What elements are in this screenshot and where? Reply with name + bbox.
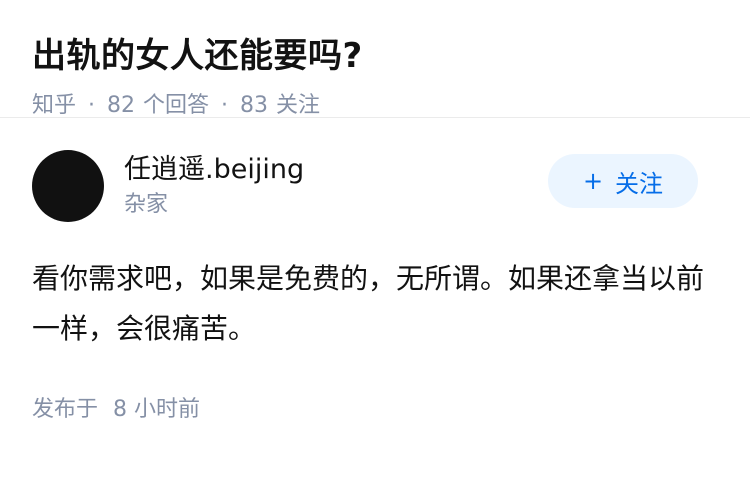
author-info: 任逍遥.beijing 杂家	[124, 153, 304, 219]
separator-dot: ·	[88, 93, 96, 118]
question-header: 出轨的女人还能要吗? 知乎 · 82 个回答 · 83 关注	[0, 0, 750, 118]
answer-card: 任逍遥.beijing 杂家 + 关注 看你需求吧，如果是免费的，无所谓。如果还…	[0, 146, 750, 424]
avatar[interactable]	[32, 150, 104, 222]
publish-time: 8 小时前	[113, 397, 201, 422]
follow-button-label: 关注	[615, 169, 664, 198]
author-row: 任逍遥.beijing 杂家 + 关注	[32, 146, 718, 226]
follow-button[interactable]: + 关注	[548, 154, 698, 208]
publish-info: 发布于 8 小时前	[32, 396, 718, 424]
answer-count-label: 个回答	[143, 93, 210, 118]
publish-label: 发布于	[32, 397, 99, 422]
question-meta: 知乎 · 82 个回答 · 83 关注	[32, 92, 718, 120]
follower-count: 83	[240, 93, 269, 118]
follower-count-label: 关注	[276, 93, 321, 118]
plus-icon: +	[582, 167, 604, 195]
answer-content[interactable]: 看你需求吧，如果是免费的，无所谓。如果还拿当以前一样，会很痛苦。	[32, 254, 712, 354]
source-label[interactable]: 知乎	[32, 92, 76, 120]
question-title[interactable]: 出轨的女人还能要吗?	[32, 34, 718, 78]
author-bio: 杂家	[124, 192, 169, 217]
separator-dot: ·	[221, 93, 229, 118]
author-name[interactable]: 任逍遥.beijing	[124, 153, 304, 187]
answer-count: 82	[107, 93, 136, 118]
